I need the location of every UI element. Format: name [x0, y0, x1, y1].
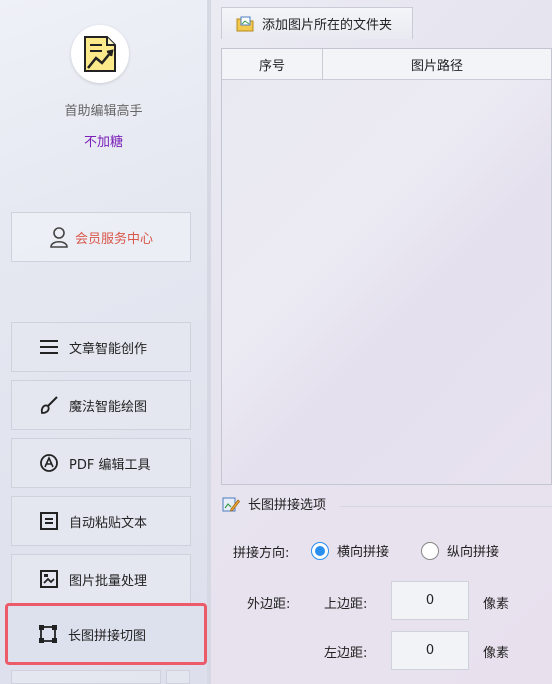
sidebar-item-extra[interactable] — [166, 670, 190, 684]
sidebar-item-drawing[interactable]: 魔法智能绘图 — [11, 380, 191, 430]
radio-vertical[interactable]: 纵向拼接 — [421, 541, 499, 560]
top-margin-input[interactable]: 0 — [391, 581, 469, 620]
sidebar-item-image-batch[interactable]: 图片批量处理 — [11, 554, 191, 604]
app-logo — [71, 25, 129, 83]
folder-image-icon — [236, 16, 254, 31]
brush-icon — [39, 395, 59, 415]
sidebar: 首助编辑高手 不加糖 会员服务中心 文章智能创作 魔法智能绘图 PDF 编辑工具… — [0, 0, 207, 684]
paste-icon — [39, 511, 59, 531]
member-center-button[interactable]: 会员服务中心 — [11, 212, 191, 262]
sidebar-item-label: 图片批量处理 — [69, 573, 148, 589]
crop-icon — [38, 624, 58, 644]
sidebar-item-label: 长图拼接切图 — [68, 628, 147, 644]
options-section-title: 长图拼接选项 — [222, 494, 326, 513]
member-center-label: 会员服务中心 — [74, 231, 153, 247]
left-margin-unit: 像素 — [483, 646, 510, 661]
add-folder-label: 添加图片所在的文件夹 — [262, 18, 393, 33]
left-margin-input[interactable]: 0 — [391, 631, 469, 670]
top-margin-label: 上边距: — [324, 597, 368, 612]
sidebar-item-label: 文章智能创作 — [69, 341, 148, 357]
pdf-icon — [39, 453, 59, 473]
add-folder-button[interactable]: 添加图片所在的文件夹 — [221, 7, 413, 39]
sidebar-item-paste[interactable]: 自动粘贴文本 — [11, 496, 191, 546]
sidebar-item-stitch[interactable]: 长图拼接切图 — [5, 603, 207, 665]
sidebar-item-pdf[interactable]: PDF 编辑工具 — [11, 438, 191, 488]
column-header-path[interactable]: 图片路径 — [323, 49, 551, 79]
options-title-label: 长图拼接选项 — [248, 498, 327, 513]
radio-vertical-label: 纵向拼接 — [447, 545, 500, 560]
table-header: 序号 图片路径 — [222, 49, 551, 80]
direction-label: 拼接方向: — [233, 546, 290, 561]
top-margin-unit: 像素 — [483, 597, 510, 612]
outer-margin-label: 外边距: — [247, 597, 291, 612]
app-subtitle[interactable]: 不加糖 — [0, 131, 207, 150]
sidebar-item-label: 魔法智能绘图 — [69, 399, 148, 415]
options-divider — [340, 506, 552, 507]
user-icon — [50, 227, 68, 248]
list-icon — [39, 337, 59, 357]
radio-horizontal-indicator[interactable] — [311, 541, 329, 560]
sidebar-item-next[interactable] — [11, 670, 161, 684]
sidebar-item-label: 自动粘贴文本 — [69, 515, 148, 531]
sidebar-item-label: PDF 编辑工具 — [69, 457, 151, 473]
radio-horizontal[interactable]: 横向拼接 — [311, 541, 389, 560]
left-margin-label: 左边距: — [324, 646, 368, 661]
logo-icon — [84, 36, 116, 72]
column-header-index[interactable]: 序号 — [222, 49, 323, 79]
radio-horizontal-label: 横向拼接 — [337, 545, 390, 560]
sidebar-divider — [207, 0, 211, 684]
image-icon — [39, 569, 59, 589]
image-path-table[interactable]: 序号 图片路径 — [221, 48, 552, 485]
sidebar-item-article[interactable]: 文章智能创作 — [11, 322, 191, 372]
app-name: 首助编辑高手 — [64, 104, 143, 119]
radio-vertical-indicator[interactable] — [421, 541, 439, 560]
edit-image-icon — [222, 497, 240, 512]
